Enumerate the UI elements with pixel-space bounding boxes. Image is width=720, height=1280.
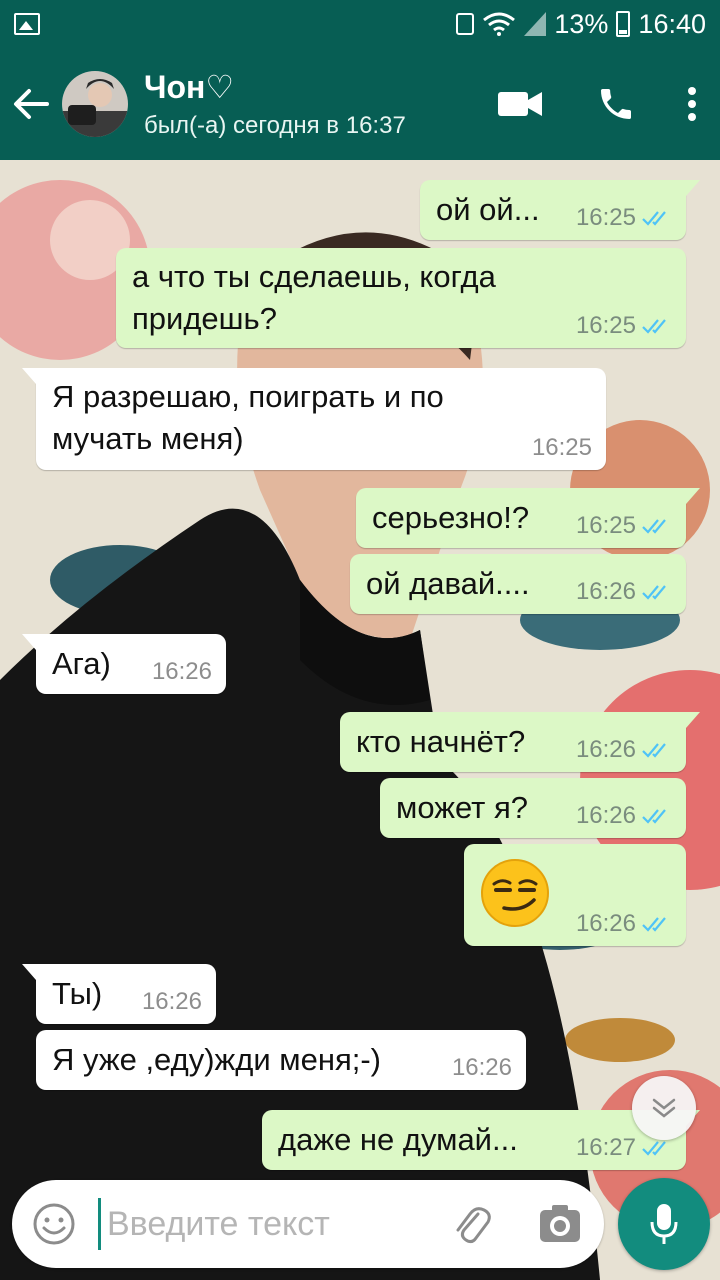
message-time: 16:26 [575, 736, 636, 763]
mic-icon [650, 1204, 678, 1244]
message-incoming[interactable]: Я разрешаю, поиграть и по мучать меня) 1… [22, 368, 606, 470]
contact-name: Чон♡ [144, 69, 235, 105]
message-list[interactable]: ой ой... 16:25 а что ты сделаешь, когда … [0, 160, 720, 1175]
message-meta: 16:25 [576, 204, 672, 232]
clock: 16:40 [638, 8, 706, 39]
back-button[interactable] [0, 48, 62, 160]
scroll-to-bottom-button[interactable] [632, 1076, 696, 1140]
message-text: Ага) [52, 646, 111, 681]
phone-icon [601, 89, 631, 119]
message-outgoing[interactable]: ой ой... 16:25 [420, 180, 700, 240]
message-text: серьезно!? [372, 500, 530, 535]
emoji-icon[interactable] [32, 1202, 76, 1246]
message-time: 16:26 [575, 578, 636, 605]
last-seen-status: был(-а) сегодня в 16:37 [144, 112, 406, 139]
read-ticks-icon [642, 1141, 666, 1156]
message-meta: 16:26 [142, 988, 202, 1016]
message-outgoing[interactable]: даже не думай... 16:27 [262, 1110, 700, 1170]
message-text: Я разрешаю, поиграть и по мучать меня) [52, 379, 444, 456]
message-incoming[interactable]: Ты) 16:26 [22, 964, 216, 1024]
message-outgoing[interactable]: серьезно!? 16:25 [356, 488, 700, 548]
message-time: 16:25 [575, 512, 636, 539]
voice-message-button[interactable] [618, 1178, 710, 1270]
message-time: 16:25 [531, 434, 592, 461]
read-ticks-icon [642, 519, 666, 534]
message-meta: 16:26 [576, 736, 672, 764]
camera-icon[interactable] [538, 1202, 582, 1246]
message-incoming[interactable]: Ага) 16:26 [22, 634, 226, 694]
message-meta: 16:26 [576, 578, 672, 606]
message-text: Я уже ,еду)жди меня;-) [52, 1042, 381, 1077]
more-vert-icon [688, 87, 696, 121]
attach-icon[interactable] [448, 1200, 496, 1248]
message-input[interactable] [98, 1198, 438, 1250]
video-call-icon [498, 92, 542, 116]
read-ticks-icon [642, 319, 666, 334]
signal-icon [524, 12, 547, 36]
message-time: 16:27 [575, 1134, 636, 1161]
smirking-face-icon [481, 859, 549, 927]
message-text: кто начнёт? [356, 724, 526, 759]
message-meta: 16:25 [532, 434, 592, 462]
message-outgoing[interactable]: ой давай.... 16:26 [350, 554, 686, 614]
message-text: может я? [396, 790, 528, 825]
message-time: 16:26 [141, 988, 202, 1015]
message-text: а что ты сделаешь, когда придешь? [132, 259, 496, 336]
voice-call-button[interactable] [568, 48, 664, 160]
message-outgoing[interactable]: кто начнёт? 16:26 [340, 712, 700, 772]
message-time: 16:26 [575, 802, 636, 829]
more-options-button[interactable] [664, 48, 720, 160]
gallery-notification-icon [14, 13, 40, 35]
video-call-button[interactable] [472, 48, 568, 160]
status-bar: 13% 16:40 [0, 0, 720, 48]
message-outgoing-emoji[interactable]: 16:26 [464, 844, 686, 946]
message-outgoing[interactable]: может я? 16:26 [380, 778, 686, 838]
message-outgoing[interactable]: а что ты сделаешь, когда придешь? 16:25 [116, 248, 686, 348]
message-meta: 16:26 [152, 658, 212, 686]
lock-icon [456, 13, 475, 35]
back-arrow-icon [14, 89, 49, 119]
message-meta: 16:25 [576, 312, 672, 340]
message-composer [12, 1180, 604, 1268]
read-ticks-icon [642, 743, 666, 758]
message-meta: 16:26 [576, 802, 672, 830]
message-meta: 16:25 [576, 512, 672, 540]
message-time: 16:26 [151, 658, 212, 685]
wifi-icon [483, 12, 516, 36]
message-time: 16:25 [575, 204, 636, 231]
message-text: ой ой... [436, 192, 540, 227]
message-meta: 16:26 [452, 1054, 512, 1082]
read-ticks-icon [642, 211, 666, 226]
battery-percent: 13% [554, 8, 609, 39]
chat-header: Чон♡ был(-а) сегодня в 16:37 [0, 48, 720, 160]
message-time: 16:25 [575, 312, 636, 339]
contact-avatar[interactable] [62, 71, 128, 137]
message-text: Ты) [52, 976, 103, 1011]
message-time: 16:26 [575, 910, 636, 937]
read-ticks-icon [642, 585, 666, 600]
message-incoming[interactable]: Я уже ,еду)жди меня;-) 16:26 [36, 1030, 526, 1090]
read-ticks-icon [642, 809, 666, 824]
read-ticks-icon [642, 917, 666, 932]
message-text: ой давай.... [366, 566, 530, 601]
message-text: даже не думай... [278, 1122, 518, 1157]
contact-info[interactable]: Чон♡ был(-а) сегодня в 16:37 [144, 68, 472, 140]
message-time: 16:26 [451, 1054, 512, 1081]
scroll-down-icon [652, 1098, 676, 1118]
battery-icon [616, 11, 631, 37]
message-meta: 16:26 [576, 910, 672, 938]
